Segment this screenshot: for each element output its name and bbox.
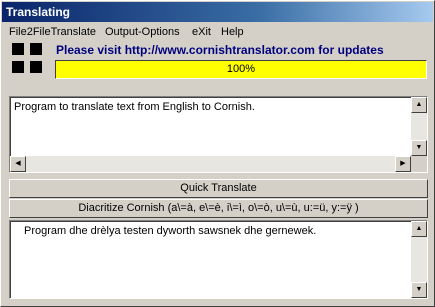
scrollbar-corner <box>411 156 427 172</box>
progress-label: 100% <box>226 63 256 75</box>
output-text: Program dhe drèlya testen dyworth sawsne… <box>24 225 317 237</box>
scroll-up-arrow-icon[interactable]: ▲ <box>411 97 427 113</box>
input-horizontal-scrollbar[interactable]: ◀ ▶ <box>10 156 411 172</box>
input-text: Program to translate text from English t… <box>14 101 255 113</box>
output-textbox[interactable]: Program dhe drèlya testen dyworth sawsne… <box>9 220 428 299</box>
menu-bar: File2FileTranslate Output-Options eXit H… <box>2 23 433 41</box>
input-vertical-scrollbar[interactable]: ▲ ▼ <box>411 97 427 156</box>
scroll-right-arrow-icon[interactable]: ▶ <box>395 156 411 172</box>
menu-help[interactable]: Help <box>221 25 244 39</box>
output-vertical-scrollbar[interactable]: ▲ ▼ <box>411 221 427 298</box>
scroll-left-arrow-icon[interactable]: ◀ <box>10 156 26 172</box>
diacritize-cornish-button[interactable]: Diacritize Cornish (a\=à, e\=è, i\=ì, o\… <box>9 199 428 218</box>
translator-window: Translating File2FileTranslate Output-Op… <box>0 0 435 307</box>
title-bar: Translating <box>2 2 433 22</box>
scroll-down-arrow-icon[interactable]: ▼ <box>411 140 427 156</box>
update-banner: Please visit http://www.cornishtranslato… <box>56 43 384 57</box>
menu-exit[interactable]: eXit <box>192 25 211 39</box>
input-textbox[interactable]: Program to translate text from English t… <box>9 96 428 173</box>
scroll-down-arrow-icon[interactable]: ▼ <box>411 282 427 298</box>
window-title: Translating <box>6 5 71 19</box>
four-squares-logo-icon <box>12 43 50 81</box>
diacritize-label: Diacritize Cornish (a\=à, e\=è, i\=ì, o\… <box>78 202 359 214</box>
quick-translate-label: Quick Translate <box>180 182 257 194</box>
scroll-up-arrow-icon[interactable]: ▲ <box>411 221 427 237</box>
menu-output-options[interactable]: Output-Options <box>105 25 180 39</box>
quick-translate-button[interactable]: Quick Translate <box>9 179 428 198</box>
progress-bar: 100% <box>55 60 427 79</box>
menu-file2filetranslate[interactable]: File2FileTranslate <box>9 25 96 39</box>
